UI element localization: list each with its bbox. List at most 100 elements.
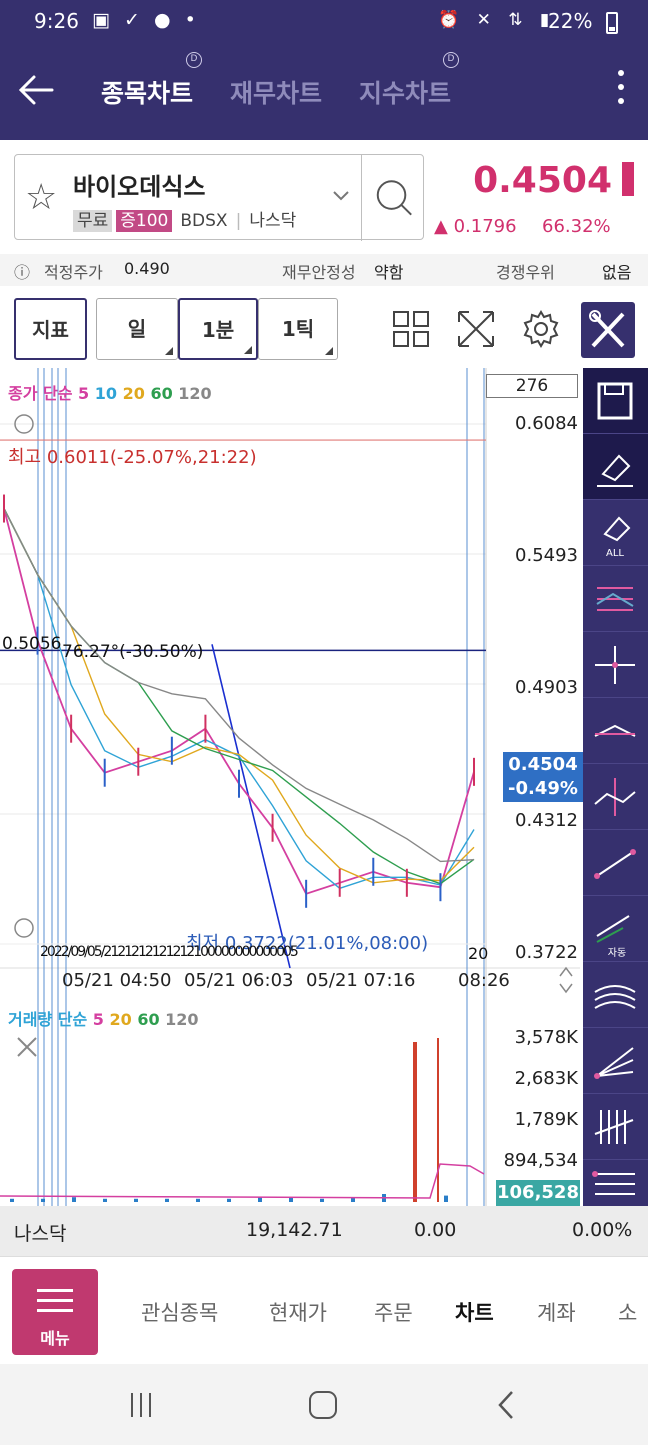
nav-more[interactable]: 소 <box>618 1297 637 1327</box>
valuation-row: ⓘ 적정주가 0.490 재무안정성 약함 경쟁우위 없음 <box>0 254 648 286</box>
index-pct: 0.00% <box>572 1219 633 1241</box>
nav-order[interactable]: 주문 <box>374 1297 413 1327</box>
tick-button[interactable]: 1틱 <box>258 298 338 360</box>
angle-label: 76.27°(-30.50%) <box>62 642 204 662</box>
period-line-icon[interactable] <box>583 1094 648 1160</box>
battery-percent: 22% <box>548 9 593 33</box>
arc-line-icon[interactable] <box>583 962 648 1028</box>
price-legend: 종가 단순 5 10 20 60 120 <box>8 380 212 404</box>
index-value: 19,142.71 <box>246 1219 343 1241</box>
favorite-star-icon[interactable]: ☆ <box>25 177 57 218</box>
nav-quote[interactable]: 현재가 <box>269 1297 327 1327</box>
vertical-line-icon[interactable] <box>583 764 648 830</box>
day-label: 일 <box>127 317 147 341</box>
menu-button[interactable]: 메뉴 <box>12 1269 98 1355</box>
save-icon[interactable] <box>583 368 648 434</box>
ma-line-5 <box>3 508 475 895</box>
tick-label: 1틱 <box>281 317 315 341</box>
tab-badge-icon: D <box>443 52 459 68</box>
change-percent: 66.32% <box>542 216 611 237</box>
x-dense-label: 2022/09/05/2121212121212100000000000005 <box>40 944 299 960</box>
menu-icon <box>37 1289 73 1319</box>
menu-label: 메뉴 <box>40 1329 70 1348</box>
volume-legend: 거래량 단순 5 20 60 120 <box>8 1006 199 1030</box>
volume-y-tick: 1,789K <box>514 1109 578 1130</box>
volume-bar <box>134 1198 138 1202</box>
ma-5: 5 <box>78 384 90 403</box>
y-tick: 0.3722 <box>515 942 578 963</box>
ma-60: 60 <box>150 384 173 403</box>
indicator-button[interactable]: 지표 <box>14 298 87 360</box>
tab-stock-chart[interactable]: 종목차트 <box>101 74 193 110</box>
back-icon[interactable] <box>492 1388 518 1422</box>
nav-account[interactable]: 계좌 <box>537 1297 576 1327</box>
scroll-up-icon <box>559 966 573 977</box>
free-tag: 무료 <box>73 210 113 232</box>
stock-tags: 무료 증100 BDSX | 나스닥 <box>73 210 304 232</box>
ma-line-120 <box>3 508 475 863</box>
notification-icons: ▣ ✓ ● • <box>92 9 200 31</box>
change-value: ▲ 0.1796 <box>434 216 517 237</box>
y-tick: 0.5493 <box>515 545 578 566</box>
stability-label: 재무안정성 <box>282 263 356 282</box>
volume-bar <box>320 1198 324 1202</box>
drawing-tools-button[interactable] <box>581 302 635 358</box>
recent-apps-icon[interactable] <box>126 1390 156 1420</box>
status-time: 9:26 <box>34 9 79 33</box>
auto-label: 자동 <box>608 947 626 959</box>
stock-name: 바이오데식스 <box>73 173 206 201</box>
volume-y-tick: 2,683K <box>514 1068 578 1089</box>
expand-icon[interactable] <box>451 304 501 354</box>
x-right-label: 20 <box>468 944 489 963</box>
tab-badge-icon: D <box>186 52 202 68</box>
tab-finance-chart[interactable]: 재무차트 <box>230 74 322 110</box>
line-value-label: 0.5056 <box>2 634 62 654</box>
all-label: ALL <box>606 548 624 559</box>
volume-bar <box>444 1195 448 1202</box>
price-chart[interactable] <box>0 368 580 1208</box>
hcl-line-icon[interactable] <box>583 566 648 632</box>
fan-line-icon[interactable] <box>583 1028 648 1094</box>
day-button[interactable]: 일 <box>96 298 178 360</box>
ma-line-60 <box>3 508 475 885</box>
volume-bar <box>413 1042 417 1202</box>
volume-bar <box>41 1198 45 1202</box>
stock-selector[interactable]: ☆ 바이오데식스 무료 증100 BDSX | 나스닥 <box>14 154 425 241</box>
peak-line-icon[interactable] <box>583 698 648 764</box>
current-price-tag: 0.4504 -0.49% <box>503 752 583 802</box>
price-tag-pct: -0.49% <box>508 778 578 799</box>
search-button[interactable] <box>361 155 425 241</box>
zoom-out-icon <box>14 918 34 938</box>
cross-line-icon[interactable] <box>583 632 648 698</box>
help-icon[interactable]: ⓘ <box>14 259 30 283</box>
vol-ma-20: 20 <box>109 1010 132 1029</box>
ma-line-10 <box>3 508 475 890</box>
current-price: 0.4504 <box>473 160 612 201</box>
home-icon[interactable] <box>306 1388 340 1422</box>
erase-all-icon[interactable]: ALL <box>583 500 648 566</box>
ma-120: 120 <box>178 384 212 403</box>
volume-y-tick: 3,578K <box>514 1027 578 1048</box>
app-header: 9:26 ▣ ✓ ● • ⏰ ✕ ⇅ ▮ 22% 종목차트 D 재무차트 지수차… <box>0 0 648 140</box>
settings-gear-icon[interactable] <box>516 304 566 354</box>
nav-chart[interactable]: 차트 <box>455 1297 494 1327</box>
price-tag-value: 0.4504 <box>508 754 578 775</box>
vol-ma-60: 60 <box>137 1010 160 1029</box>
volume-bar <box>196 1198 200 1202</box>
trend-line-icon[interactable] <box>583 830 648 896</box>
tab-index-chart[interactable]: 지수차트 <box>359 74 451 110</box>
competition: 없음 <box>602 263 632 282</box>
auto-trend-icon[interactable]: 자동 <box>583 896 648 962</box>
more-menu-icon[interactable] <box>614 70 628 110</box>
x-tick: 05/21 07:16 <box>306 970 416 991</box>
volume-ma-line <box>0 1163 485 1199</box>
grid-layout-icon[interactable] <box>386 304 436 354</box>
chevron-down-icon[interactable] <box>331 185 351 205</box>
minute-button[interactable]: 1분 <box>178 298 258 360</box>
nav-watchlist[interactable]: 관심종목 <box>141 1297 218 1327</box>
bottom-nav: 메뉴 관심종목 현재가 주문 차트 계좌 소 <box>0 1256 648 1364</box>
eraser-icon[interactable] <box>583 434 648 500</box>
margin-tag: 증100 <box>116 210 173 232</box>
ma-10: 10 <box>94 384 118 403</box>
back-arrow-icon[interactable] <box>16 70 56 110</box>
